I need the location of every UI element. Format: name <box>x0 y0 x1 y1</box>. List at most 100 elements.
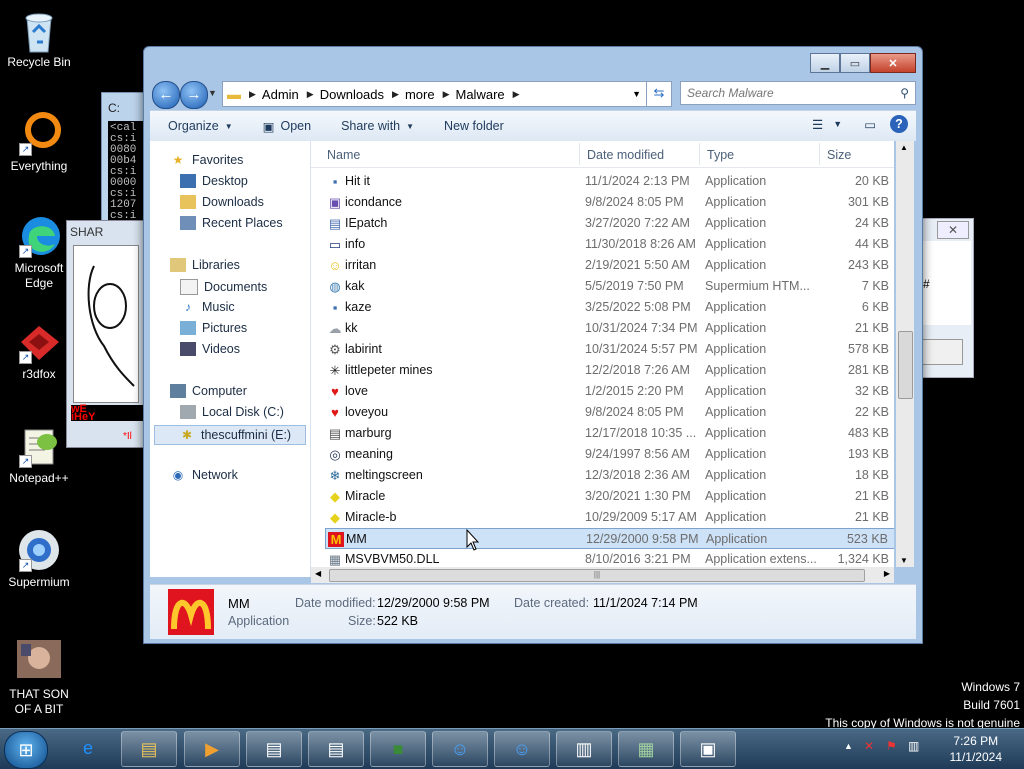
nav-libraries[interactable]: Libraries <box>170 258 240 272</box>
minimize-button[interactable]: ▁ <box>810 53 840 73</box>
breadcrumb-separator-icon[interactable]: ▶ <box>249 89 256 100</box>
taskbar-photo-icon[interactable]: ■ <box>370 731 426 767</box>
shar-window[interactable]: SHAR wE iHeY *Il <box>66 220 148 448</box>
file-row[interactable]: ▤ IEpatch 3/27/2020 7:22 AM Application 24 K… <box>325 213 894 234</box>
network-status-icon[interactable]: ▥ <box>908 739 919 753</box>
taskbar-explorer-icon[interactable]: ▤ <box>121 731 177 767</box>
maximize-button[interactable]: ▭ <box>840 53 870 73</box>
action-center-icon[interactable]: ⚑ <box>886 739 897 753</box>
scroll-left-icon[interactable]: ◀ <box>315 569 321 578</box>
taskbar-file-icon[interactable]: ▥ <box>556 731 612 767</box>
nav-network[interactable]: ◉ Network <box>170 468 238 482</box>
breadcrumb-item[interactable]: more <box>405 87 435 102</box>
recent-pages-chevron-icon[interactable]: ▼ <box>208 88 217 98</box>
search-input[interactable]: Search Malware ⚲ <box>680 81 916 105</box>
scroll-down-icon[interactable]: ▼ <box>900 556 908 565</box>
nav-videos[interactable]: Videos <box>180 342 240 356</box>
nav-pictures[interactable]: Pictures <box>180 321 247 335</box>
clock[interactable]: 7:26 PM 11/1/2024 <box>950 733 1003 765</box>
file-row[interactable]: ◆ Miracle-b 10/29/2009 5:17 AM Application 2… <box>325 507 894 528</box>
scroll-thumb[interactable]: ||| <box>329 569 865 582</box>
column-divider[interactable] <box>699 143 700 165</box>
back-button[interactable]: ← <box>152 81 180 109</box>
file-row[interactable]: ▪ kaze 3/25/2022 5:08 PM Application 6 KB <box>325 297 894 318</box>
tray-expand-icon[interactable]: ▲ <box>844 741 853 751</box>
column-divider[interactable] <box>819 143 820 165</box>
scroll-right-icon[interactable]: ▶ <box>884 569 890 578</box>
nav-favorites[interactable]: ★ Favorites <box>170 153 244 167</box>
taskbar-window-icon[interactable]: ▣ <box>680 731 736 767</box>
file-row[interactable]: ✳ littlepeter mines 12/2/2018 7:26 AM Appli… <box>325 360 894 381</box>
column-date[interactable]: Date modified <box>587 148 664 162</box>
taskbar-console-icon[interactable]: ▦ <box>618 731 674 767</box>
address-dropdown-icon[interactable]: ▼ <box>632 89 641 99</box>
breadcrumb-separator-icon[interactable]: ▶ <box>513 89 520 100</box>
column-type[interactable]: Type <box>707 148 734 162</box>
help-icon[interactable]: ? <box>890 115 908 133</box>
close-button[interactable]: ✕ <box>870 53 916 73</box>
share-with-button[interactable]: Share with ▼ <box>341 119 414 133</box>
file-row[interactable]: ▣ icondance 9/8/2024 8:05 PM Application 301… <box>325 192 894 213</box>
file-row[interactable]: ♥ loveyou 9/8/2024 8:05 PM Application 22 KB <box>325 402 894 423</box>
file-row[interactable]: ◍ kak 5/5/2019 7:50 PM Supermium HTM... 7 KB <box>325 276 894 297</box>
nav-desktop[interactable]: Desktop <box>180 174 248 188</box>
taskbar-ie-icon[interactable]: e <box>60 731 116 767</box>
breadcrumb-separator-icon[interactable]: ▶ <box>307 89 314 100</box>
breadcrumb-item[interactable]: Admin <box>262 87 299 102</box>
desktop-icon-everything[interactable]: ↗ Everything <box>1 112 77 174</box>
file-row[interactable]: ♥ love 1/2/2015 2:20 PM Application 32 KB <box>325 381 894 402</box>
close-icon[interactable]: ✕ <box>937 221 969 239</box>
file-row[interactable]: M MM 12/29/2000 9:58 PM Application 523 KB <box>325 528 894 549</box>
nav-music[interactable]: ♪ Music <box>180 300 235 314</box>
organize-button[interactable]: Organize ▼ <box>168 119 233 133</box>
taskbar-notepad2-icon[interactable]: ▤ <box>308 731 364 767</box>
file-row[interactable]: ▤ marburg 12/17/2018 10:35 ... Application 4… <box>325 423 894 444</box>
desktop-icon-that-son[interactable]: THAT SON OF A BIT <box>1 640 77 717</box>
taskbar-media-icon[interactable]: ▶ <box>184 731 240 767</box>
nav-recent-places[interactable]: Recent Places <box>180 216 283 230</box>
file-row[interactable]: ▪ Hit it 11/1/2024 2:13 PM Application 20 KB <box>325 171 894 192</box>
new-folder-button[interactable]: New folder <box>444 119 504 133</box>
file-row[interactable]: ◆ Miracle 3/20/2021 1:30 PM Application 21 K… <box>325 486 894 507</box>
nav-downloads[interactable]: Downloads <box>180 195 264 209</box>
file-row[interactable]: ☺ irritan 2/19/2021 5:50 AM Application 243 … <box>325 255 894 276</box>
taskbar-mascot-icon[interactable]: ☺ <box>432 731 488 767</box>
column-size[interactable]: Size <box>827 148 851 162</box>
nav-documents[interactable]: Documents <box>180 279 267 295</box>
volume-muted-icon[interactable]: ✕ <box>864 739 874 753</box>
preview-pane-icon[interactable]: ▭ <box>864 117 876 132</box>
dialog-button[interactable] <box>921 339 963 365</box>
open-button[interactable]: ▣ Open <box>263 119 311 134</box>
file-row[interactable]: ❄ meltingscreen 12/3/2018 2:36 AM Applicati… <box>325 465 894 486</box>
column-name[interactable]: Name <box>327 148 360 162</box>
file-row[interactable]: ▭ info 11/30/2018 8:26 AM Application 44 KB <box>325 234 894 255</box>
refresh-button[interactable]: ⇆ <box>646 81 672 107</box>
file-row[interactable]: ◎ meaning 9/24/1997 8:56 AM Application 193 … <box>325 444 894 465</box>
chevron-down-icon[interactable]: ▼ <box>833 119 842 129</box>
scroll-up-icon[interactable]: ▲ <box>900 143 908 152</box>
search-icon[interactable]: ⚲ <box>900 82 909 104</box>
view-icon[interactable]: ☰ <box>812 117 823 132</box>
nav-computer[interactable]: Computer <box>170 384 247 398</box>
scroll-thumb[interactable] <box>898 331 913 399</box>
desktop-icon-recycle-bin[interactable]: Recycle Bin <box>1 8 77 70</box>
vertical-scrollbar[interactable]: ▲ ▼ <box>896 141 914 567</box>
column-divider[interactable] <box>579 143 580 165</box>
breadcrumb-item[interactable]: Downloads <box>320 87 384 102</box>
dialog-window[interactable]: ✕ # <box>920 218 974 378</box>
address-bar[interactable]: ▬ ▶ Admin ▶ Downloads ▶ more ▶ Malware ▶… <box>222 81 666 107</box>
explorer-window[interactable]: ▁ ▭ ✕ ← → ▼ ▬ ▶ Admin ▶ Downloads ▶ more… <box>143 46 923 644</box>
breadcrumb-item[interactable]: Malware <box>456 87 505 102</box>
horizontal-scrollbar[interactable]: ◀ ||| ▶ <box>311 567 894 583</box>
desktop-icon-supermium[interactable]: ↗ Supermium <box>1 528 77 590</box>
nav-local-disk[interactable]: Local Disk (C:) <box>180 405 284 419</box>
file-row[interactable]: ☁ kk 10/31/2024 7:34 PM Application 21 KB <box>325 318 894 339</box>
file-row[interactable]: ⚙ labirint 10/31/2024 5:57 PM Application 57… <box>325 339 894 360</box>
start-button[interactable]: ⊞ <box>4 731 48 769</box>
taskbar-notepad-icon[interactable]: ▤ <box>246 731 302 767</box>
breadcrumb-separator-icon[interactable]: ▶ <box>392 89 399 100</box>
forward-button[interactable]: → <box>180 81 208 109</box>
nav-usb-drive[interactable]: ✱ thescuffmini (E:) <box>154 425 306 445</box>
taskbar-mascot2-icon[interactable]: ☺ <box>494 731 550 767</box>
breadcrumb-separator-icon[interactable]: ▶ <box>443 89 450 100</box>
